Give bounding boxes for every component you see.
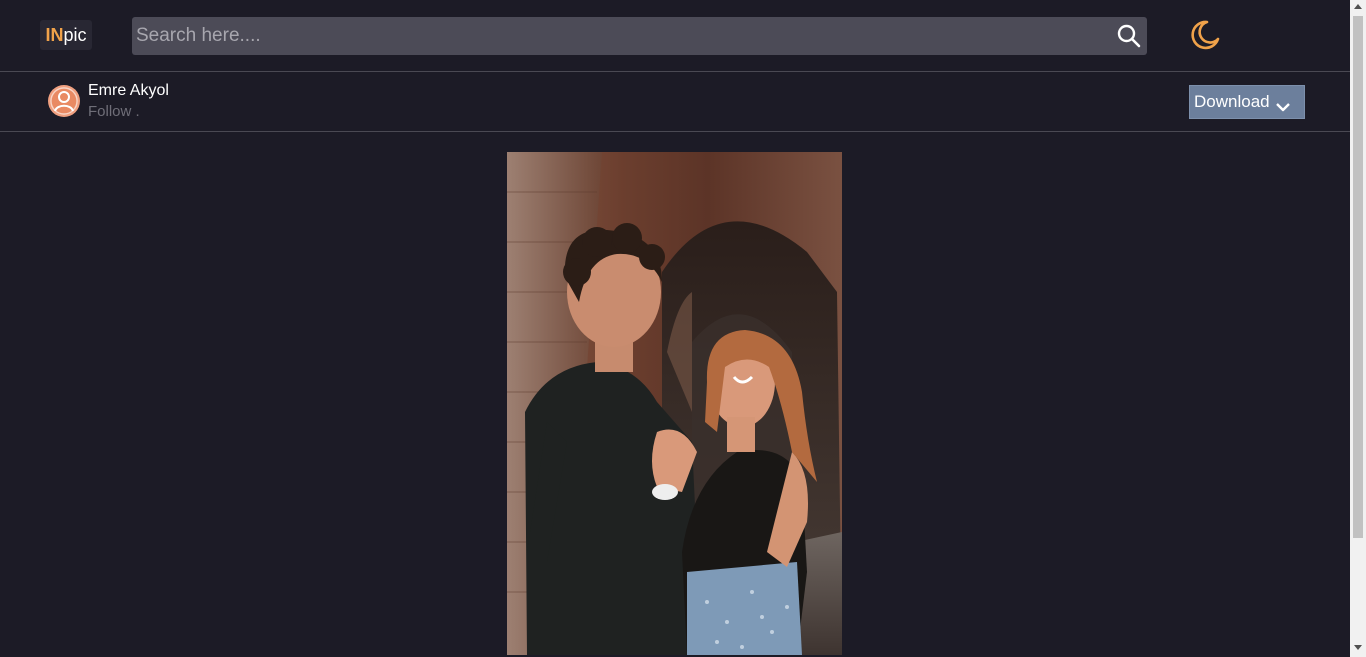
search-input[interactable]: [132, 17, 1102, 55]
main-photo[interactable]: [507, 152, 842, 655]
scroll-up-arrow-icon[interactable]: [1354, 4, 1362, 9]
search-bar: [132, 17, 1147, 55]
logo-pic-text: pic: [63, 24, 87, 45]
download-button-label: Download: [1194, 92, 1270, 111]
moon-icon[interactable]: [1187, 18, 1221, 52]
top-header: IN pic: [0, 0, 1350, 72]
scroll-thumb[interactable]: [1353, 16, 1363, 538]
vertical-scrollbar[interactable]: [1350, 0, 1366, 657]
inpic-logo[interactable]: IN pic: [40, 20, 92, 50]
download-button[interactable]: Download: [1189, 85, 1305, 119]
scroll-down-arrow-icon[interactable]: [1354, 645, 1362, 650]
user-circle-icon[interactable]: [47, 84, 81, 118]
main-area: IN pic Search here.... Emre Akyol Follow…: [0, 0, 1350, 657]
page: IN pic Search here.... Emre Akyol Follow…: [0, 0, 1366, 657]
follow-link[interactable]: Follow .: [88, 103, 140, 120]
logo-in-text: IN: [45, 24, 64, 45]
author-name[interactable]: Emre Akyol: [88, 82, 169, 100]
chevron-down-icon: [1275, 97, 1290, 112]
author-bar: Emre Akyol Follow . Download: [0, 72, 1350, 132]
search-icon[interactable]: [1115, 22, 1143, 50]
